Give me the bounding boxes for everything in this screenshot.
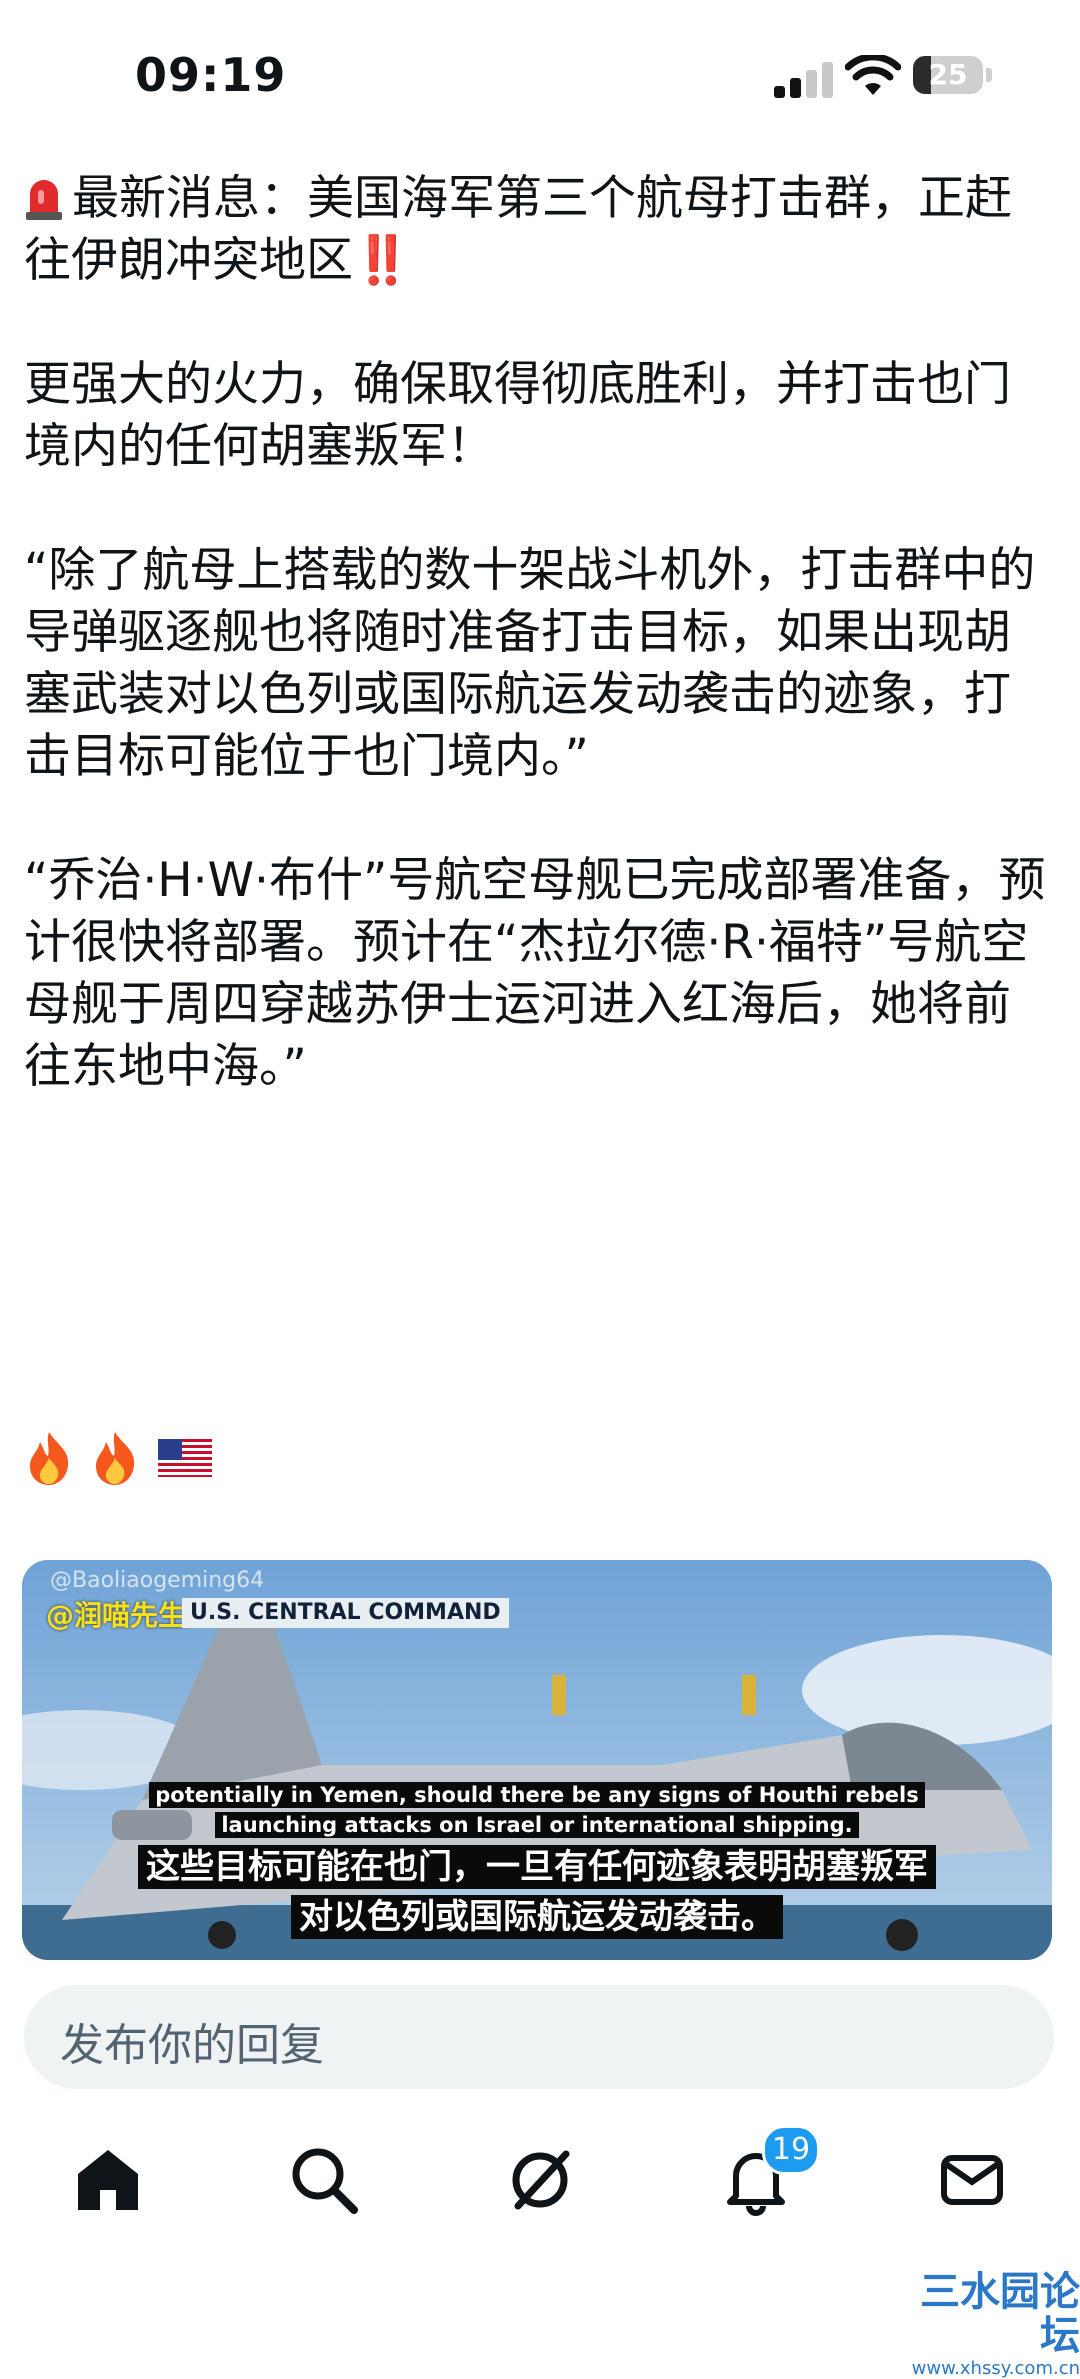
channel-label: U.S. CENTRAL COMMAND <box>182 1598 509 1628</box>
battery-icon: 25 <box>913 56 983 94</box>
site-name: 三水园论坛 <box>920 2269 1080 2359</box>
reply-placeholder: 发布你的回复 <box>60 2020 324 2071</box>
siren-icon <box>26 180 62 220</box>
cellular-signal-icon <box>774 58 836 98</box>
post-paragraph-2: 更强大的火力，确保取得彻底胜利，并打击也门境内的任何胡塞叛军！ <box>24 357 1011 474</box>
post-text: 最新消息：美国海军第三个航母打击群，正赶往伊朗冲突地区‼️ 更强大的火力，确保取… <box>24 168 1054 1160</box>
site-watermark-logo: 三水园论坛 www.xhssy.com.cn <box>908 2270 1080 2379</box>
reply-input[interactable]: 发布你的回复 <box>24 1985 1054 2089</box>
wifi-icon <box>845 55 901 95</box>
messages-envelope-icon[interactable] <box>932 2140 1012 2220</box>
status-bar: 09:19 25 <box>0 0 1080 150</box>
search-icon[interactable] <box>284 2140 364 2220</box>
emoji-row <box>26 1430 212 1485</box>
grok-icon[interactable] <box>500 2140 580 2220</box>
bottom-nav <box>0 2110 1080 2290</box>
watermark-chinese: @润喵先生 <box>46 1599 187 1632</box>
notifications-badge: 19 <box>762 2125 820 2175</box>
subtitle-chinese: 这些目标可能在也门，一旦有任何迹象表明胡塞叛军 对以色列或国际航运发动袭击。 <box>22 1842 1052 1942</box>
post-paragraph-3: “除了航母上搭载的数十架战斗机外，打击群中的导弹驱逐舰也将随时准备打击目标，如果… <box>24 543 1036 784</box>
double-exclamation-icon: ‼️ <box>353 233 412 288</box>
status-time: 09:19 <box>135 48 287 102</box>
subtitle-zh-line-2: 对以色列或国际航运发动袭击。 <box>291 1895 783 1939</box>
subtitle-en-line-1: potentially in Yemen, should there be an… <box>149 1782 925 1808</box>
home-icon[interactable] <box>68 2140 148 2220</box>
watermark-username: @Baoliaogeming64 <box>50 1568 265 1593</box>
battery-tip <box>986 68 992 82</box>
headline-text: 最新消息：美国海军第三个航母打击群，正赶往伊朗冲突地区 <box>24 171 1012 288</box>
post-headline: 最新消息：美国海军第三个航母打击群，正赶往伊朗冲突地区‼️ <box>24 168 1054 292</box>
subtitle-zh-line-1: 这些目标可能在也门，一旦有任何迹象表明胡塞叛军 <box>138 1845 936 1889</box>
us-flag-icon <box>158 1439 212 1477</box>
fire-emoji-icon <box>96 1432 135 1485</box>
subtitle-en-line-2: launching attacks on Israel or internati… <box>215 1812 859 1838</box>
battery-level: 25 <box>928 58 968 91</box>
fire-emoji-icon <box>30 1432 69 1485</box>
site-url: www.xhssy.com.cn <box>911 2358 1080 2379</box>
post-video[interactable]: @Baoliaogeming64 @润喵先生 U.S. CENTRAL COMM… <box>22 1560 1052 1960</box>
post-paragraph-4: “乔治·H·W·布什”号航空母舰已完成部署准备，预计很快将部署。预计在“杰拉尔德… <box>24 853 1046 1094</box>
subtitle-english: potentially in Yemen, should there be an… <box>22 1780 1052 1840</box>
